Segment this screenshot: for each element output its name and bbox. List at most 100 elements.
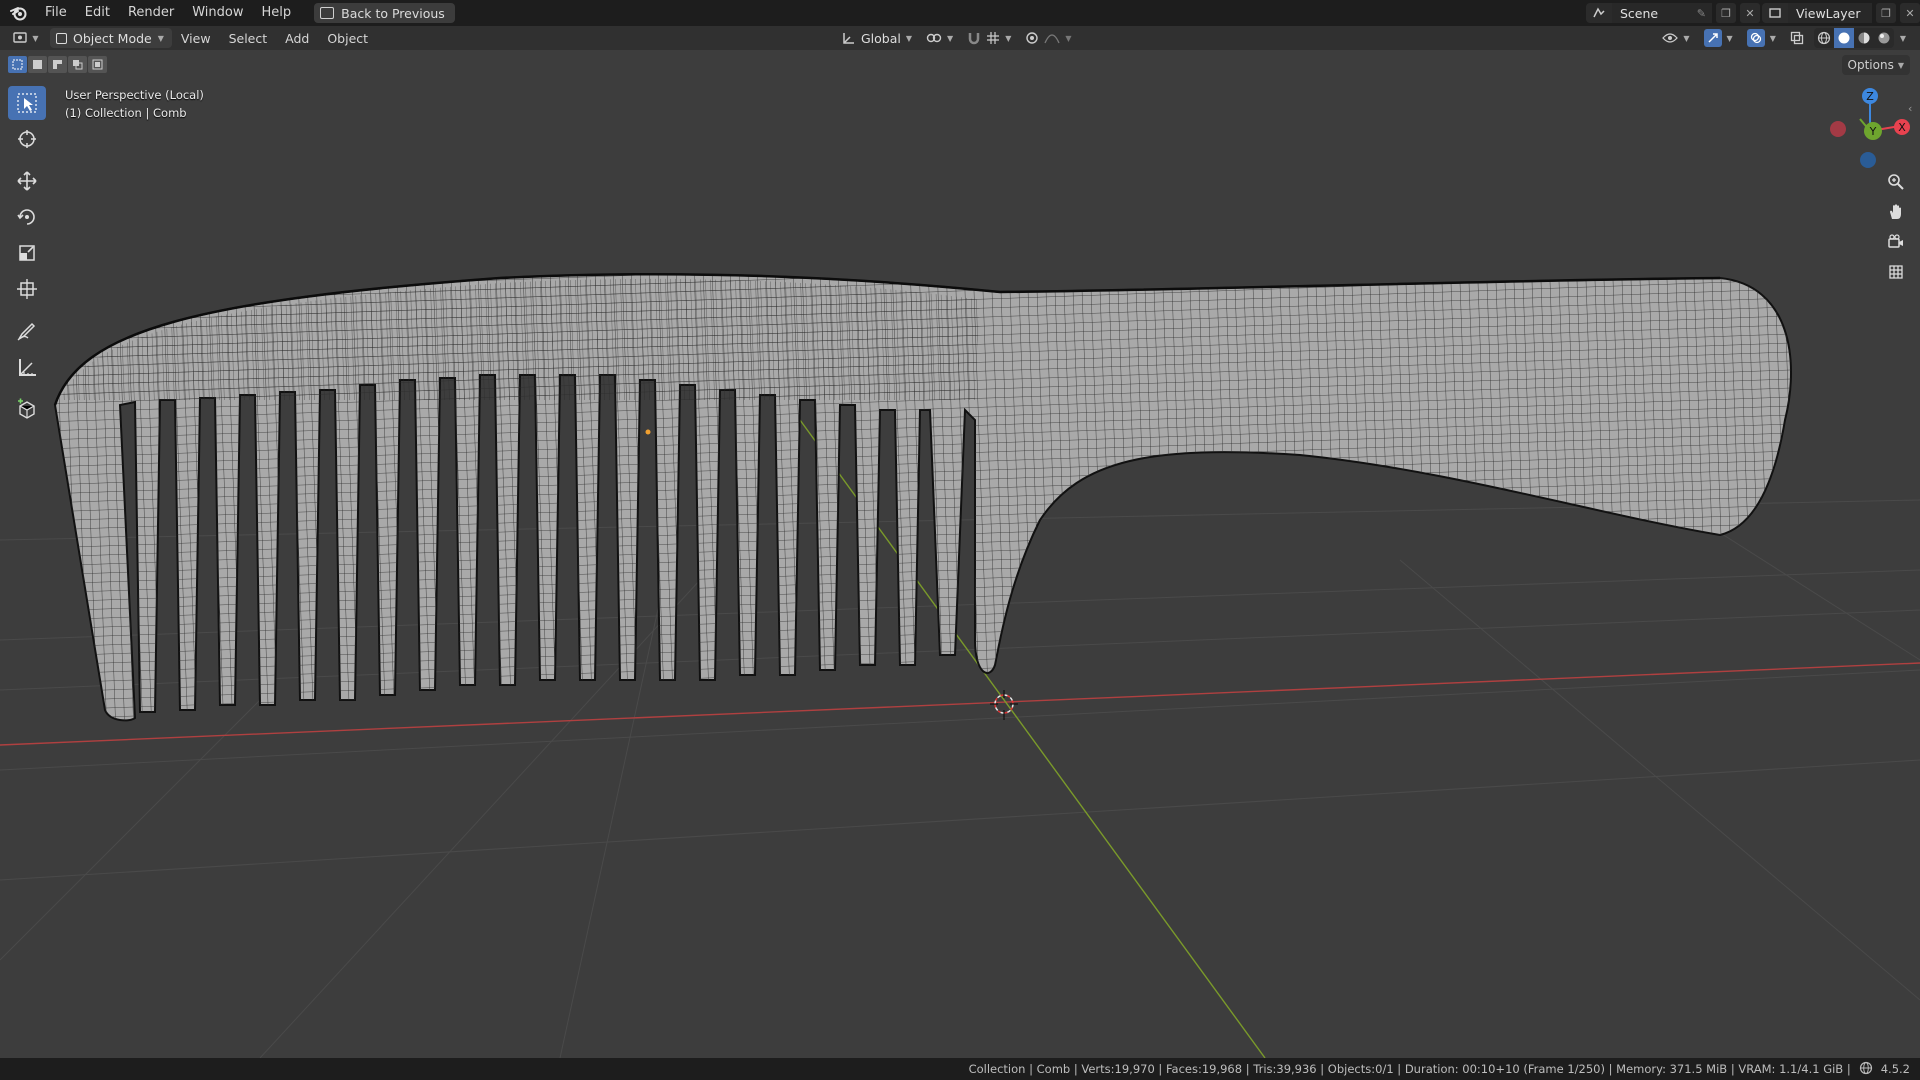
top-menu-bar: File Edit Render Window Help Back to Pre… (0, 0, 1920, 26)
viewport-3d[interactable] (0, 50, 1920, 1058)
perspective-grid-icon[interactable] (1883, 259, 1909, 285)
view-layer-field[interactable]: ViewLayer (1788, 3, 1872, 23)
add-cube-tool[interactable] (8, 392, 46, 426)
sidebar-toggle-icon[interactable]: ‹ (1908, 102, 1912, 115)
transform-tools: Global ▼ ▼ ▼ ▼ (838, 28, 1076, 48)
magnet-icon (968, 33, 980, 45)
camera-view-icon[interactable] (1883, 229, 1909, 255)
new-scene-icon[interactable]: ❐ (1716, 3, 1736, 23)
object-mode-icon (56, 32, 67, 44)
mode-dropdown[interactable]: Object Mode ▼ (50, 28, 172, 48)
falloff-icon (1044, 34, 1060, 44)
orientation-label: Global (861, 30, 901, 46)
material-shading-icon[interactable] (1854, 28, 1874, 48)
viewport-info: User Perspective (Local) (1) Collection … (65, 86, 204, 122)
cursor-icon (18, 130, 36, 148)
collection-label: (1) Collection | Comb (65, 106, 187, 120)
editor-type-dropdown[interactable]: ▼ (6, 28, 46, 48)
menu-select[interactable]: Select (220, 31, 277, 46)
gizmo-z-label: Z (1866, 90, 1874, 103)
back-to-previous-button[interactable]: Back to Previous (314, 3, 455, 23)
transform-orientation-dropdown[interactable]: Global ▼ (838, 28, 916, 48)
rotate-icon (17, 209, 35, 225)
rotate-tool[interactable] (8, 200, 46, 234)
gizmo-toggle[interactable]: ▼ (1700, 28, 1737, 48)
snap-grid-icon (987, 32, 1000, 44)
scene-statistics: Collection | Comb | Verts:19,970 | Faces… (968, 1062, 1851, 1076)
xray-toggle[interactable] (1786, 28, 1808, 48)
gizmo-x-label: X (1898, 121, 1906, 134)
menu-render[interactable]: Render (119, 0, 183, 26)
solid-shading-icon[interactable] (1833, 28, 1854, 48)
chevron-down-icon: ▼ (1769, 33, 1776, 43)
chevron-down-icon: ▼ (1065, 33, 1072, 43)
cursor-tool[interactable] (8, 122, 46, 156)
scene-name: Scene (1620, 5, 1659, 21)
menu-file[interactable]: File (36, 0, 76, 26)
pan-hand-icon[interactable] (1883, 199, 1909, 225)
overlays-icon (1746, 29, 1765, 47)
menu-view[interactable]: View (172, 31, 220, 46)
proportional-edit-toggle[interactable]: ▼ (1021, 28, 1075, 48)
menu-edit[interactable]: Edit (76, 0, 119, 26)
scene-name-field[interactable]: Scene ✎ (1612, 3, 1712, 23)
new-view-layer-icon[interactable]: ❐ (1876, 3, 1896, 23)
chevron-down-icon: ▼ (947, 33, 954, 43)
eye-icon (1662, 33, 1679, 43)
transform-tool[interactable] (8, 272, 46, 306)
menu-window[interactable]: Window (183, 0, 252, 26)
gizmo-icon (1703, 29, 1722, 47)
comb-mesh (53, 273, 1793, 722)
overlays-toggle[interactable]: ▼ (1743, 28, 1780, 48)
proportional-icon (1026, 32, 1039, 44)
measure-tool[interactable] (8, 350, 46, 384)
chevron-down-icon: ▼ (1726, 33, 1733, 43)
pin-icon[interactable]: ✎ (1697, 7, 1706, 20)
menu-add[interactable]: Add (276, 31, 318, 46)
transform-icon (17, 279, 37, 299)
move-tool[interactable] (8, 164, 46, 198)
pencil-icon (17, 322, 36, 341)
scale-icon (19, 245, 35, 261)
scale-tool[interactable] (8, 236, 46, 270)
delete-scene-icon[interactable]: ✕ (1740, 3, 1760, 23)
gizmo-y-label: Y (1869, 125, 1877, 138)
tool-shelf (8, 86, 46, 428)
scene-type-icon[interactable] (1586, 3, 1612, 23)
gizmo-neg-x-icon (1830, 121, 1846, 137)
blender-logo-icon[interactable] (8, 2, 30, 24)
viewport-display-tools: ▼ ▼ ▼ ▼ (1658, 28, 1906, 48)
delete-view-layer-icon[interactable]: ✕ (1900, 3, 1920, 23)
annotate-tool[interactable] (8, 314, 46, 348)
menu-object[interactable]: Object (318, 31, 377, 46)
view-layer-type-icon[interactable] (1762, 3, 1788, 23)
menu-help[interactable]: Help (253, 0, 301, 26)
x-axis-line (0, 662, 1920, 746)
orientation-icon (843, 33, 854, 44)
visibility-dropdown[interactable]: ▼ (1658, 28, 1693, 48)
object-origin (645, 429, 651, 435)
scene-selector: Scene ✎ ❐ ✕ (1586, 3, 1760, 23)
chevron-down-icon: ▼ (1005, 33, 1012, 43)
mode-label: Object Mode (73, 30, 152, 46)
chevron-down-icon: ▼ (1683, 33, 1690, 43)
pivot-point-dropdown[interactable]: ▼ (922, 28, 957, 48)
select-cursor-icon (17, 93, 37, 113)
move-arrows-icon (17, 171, 37, 191)
chevron-down-icon[interactable]: ▼ (1900, 34, 1906, 43)
view-layer-selector: ViewLayer ❐ ✕ (1762, 3, 1920, 23)
zoom-icon[interactable] (1883, 169, 1909, 195)
floor-grid (0, 499, 1920, 1058)
ruler-icon (19, 359, 36, 376)
select-box-tool[interactable] (8, 86, 46, 120)
back-to-previous-label: Back to Previous (341, 5, 445, 21)
snap-toggle[interactable]: ▼ (963, 28, 1015, 48)
add-cube-icon (18, 398, 35, 419)
view-layer-name: ViewLayer (1796, 5, 1861, 21)
perspective-label: User Perspective (Local) (65, 88, 204, 102)
navigation-gizmo[interactable]: Y Z X (1818, 86, 1918, 176)
chevron-down-icon: ▼ (32, 33, 39, 43)
rendered-shading-icon[interactable] (1874, 28, 1894, 48)
shading-mode-group (1813, 28, 1894, 48)
wireframe-shading-icon[interactable] (1814, 28, 1834, 48)
